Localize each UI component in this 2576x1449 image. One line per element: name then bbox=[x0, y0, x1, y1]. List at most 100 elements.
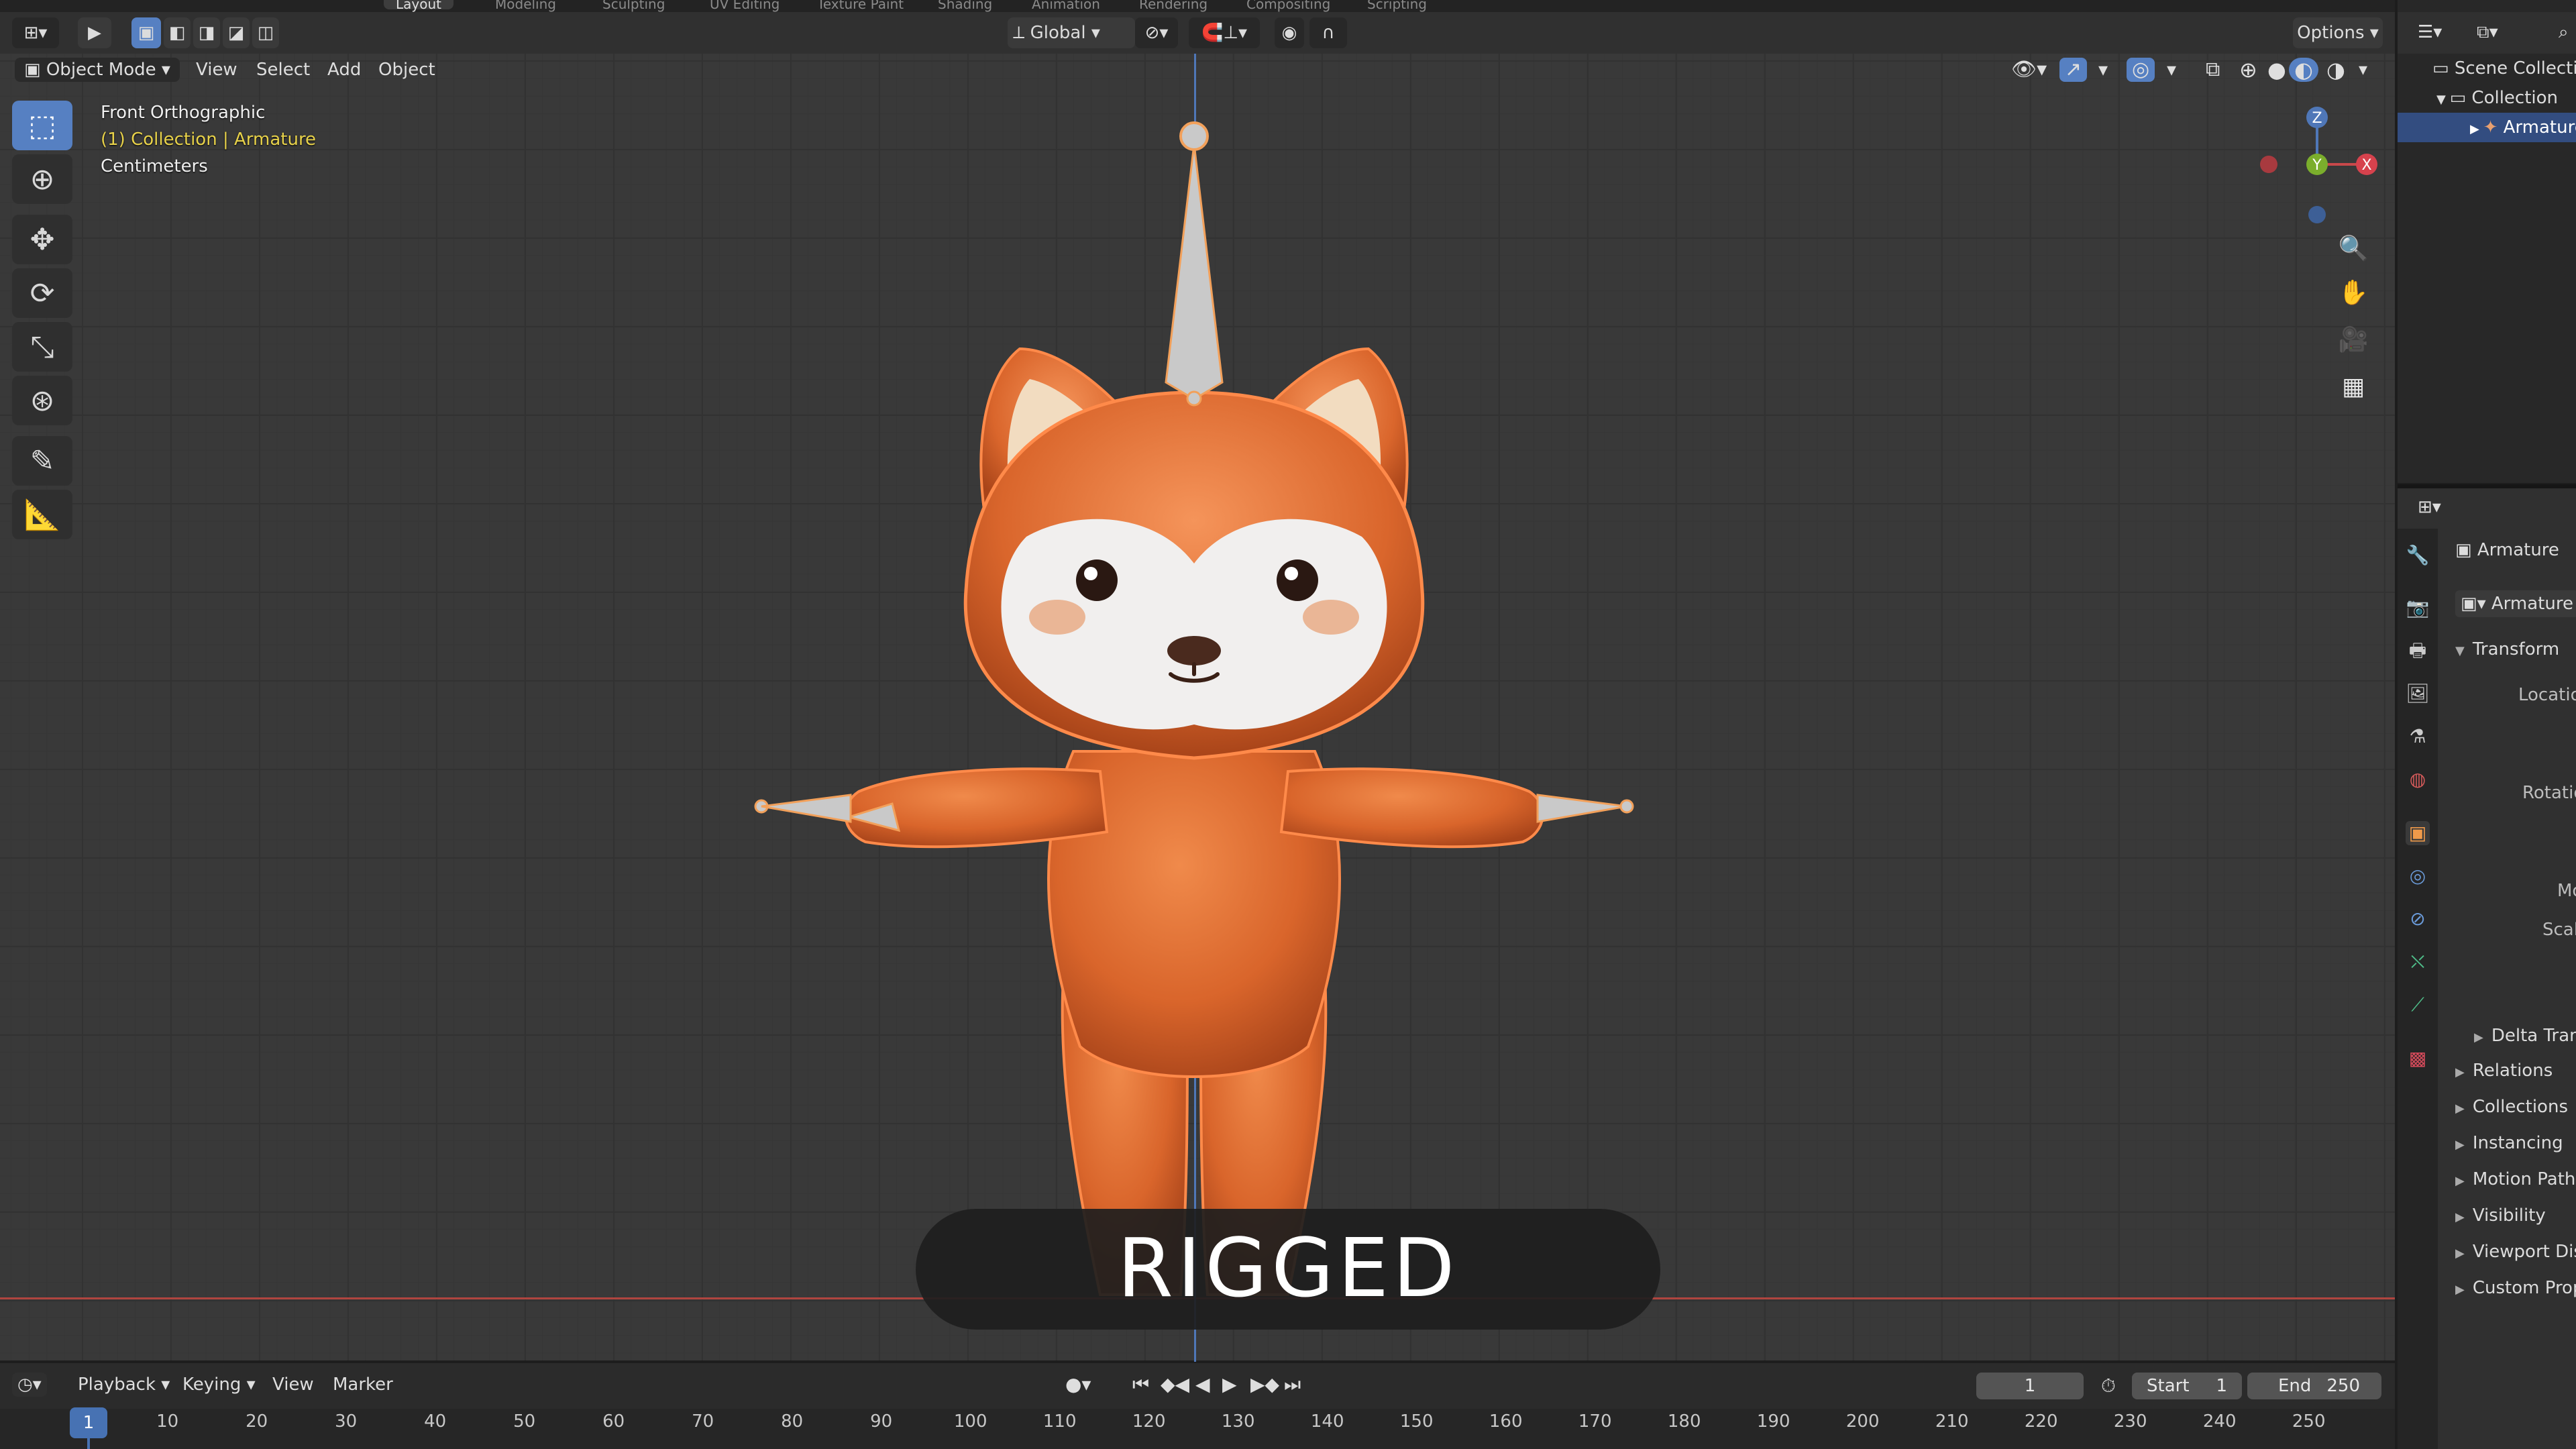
panel-visibility[interactable]: ▶ Visibility bbox=[2455, 1202, 2546, 1231]
select-extend-icon[interactable]: ◧ bbox=[164, 17, 191, 48]
timeline-menu-marker[interactable]: Marker bbox=[327, 1373, 398, 1397]
play-icon[interactable]: ▶ bbox=[1217, 1373, 1242, 1397]
view-layer-tab-icon[interactable]: 🖼 bbox=[2406, 682, 2430, 706]
workspace-tab[interactable]: Texture Paint bbox=[805, 0, 916, 12]
timeline-menu-keying[interactable]: Keying ▾ bbox=[177, 1373, 261, 1397]
select-subtract-icon[interactable]: ◨ bbox=[193, 17, 220, 48]
select-tool-icon[interactable]: ▶ bbox=[78, 17, 111, 48]
overlay-dropdown-icon[interactable]: ▾ bbox=[2161, 58, 2182, 82]
output-tab-icon[interactable]: 🖶 bbox=[2406, 639, 2430, 663]
pivot-point-icon[interactable]: ⊘▾ bbox=[1135, 17, 1178, 48]
panel-custom-properties[interactable]: ▶Custom Properties bbox=[2455, 1275, 2576, 1303]
tool-tab-icon[interactable]: 🔧 bbox=[2406, 543, 2430, 568]
play-reverse-icon[interactable]: ◀ bbox=[1190, 1373, 1216, 1397]
zoom-icon[interactable]: 🔍 bbox=[2333, 228, 2373, 268]
display-mode-icon[interactable]: ⧉▾ bbox=[2471, 20, 2504, 44]
fox-character[interactable] bbox=[738, 101, 1677, 1308]
gizmo-toggle-icon[interactable]: ↗ bbox=[2059, 58, 2088, 82]
xray-icon[interactable]: ⧉ bbox=[2200, 58, 2225, 82]
outliner-editor-icon[interactable]: ☰▾ bbox=[2412, 20, 2447, 44]
rotate-tool-icon[interactable]: ⟳ bbox=[12, 268, 72, 318]
current-frame-field[interactable]: 1 bbox=[1976, 1373, 2084, 1399]
world-tab-icon[interactable]: ◍ bbox=[2406, 767, 2430, 792]
workspace-tab[interactable]: Compositing bbox=[1234, 0, 1342, 12]
outliner-collection[interactable]: ▼ ▭ Collection bbox=[2398, 83, 2576, 113]
cursor-tool-icon[interactable]: ⊕ bbox=[12, 154, 72, 204]
menu-object[interactable]: Object bbox=[373, 58, 441, 82]
stopwatch-icon[interactable]: ⏱ bbox=[2096, 1374, 2121, 1398]
start-frame-field[interactable]: Start 1 bbox=[2132, 1373, 2242, 1399]
transform-orientation-dropdown[interactable]: ⟂ Global ▾ bbox=[1008, 17, 1135, 48]
transform-tool-icon[interactable]: ⊛ bbox=[12, 376, 72, 425]
bone-tab-icon[interactable]: ⟋ bbox=[2406, 993, 2430, 1017]
constraint-tab-icon[interactable]: ⊘ bbox=[2406, 907, 2430, 931]
workspace-tab[interactable]: Modeling bbox=[483, 0, 568, 12]
end-frame-field[interactable]: End 250 bbox=[2247, 1373, 2381, 1399]
visibility-icon[interactable]: 👁▾ bbox=[2006, 58, 2052, 82]
select-box-tool-icon[interactable]: ⬚ bbox=[12, 101, 72, 150]
annotate-tool-icon[interactable]: ✎ bbox=[12, 436, 72, 486]
ortho-grid-icon[interactable]: ▦ bbox=[2333, 366, 2373, 407]
modifier-tab-icon[interactable]: ◎ bbox=[2406, 864, 2430, 888]
editor-type-icon[interactable]: ⊞▾ bbox=[12, 17, 59, 48]
scale-tool-icon[interactable]: ⤡ bbox=[12, 322, 72, 372]
workspace-tab[interactable]: UV Editing bbox=[698, 0, 792, 12]
snap-icon[interactable]: 🧲⊥▾ bbox=[1189, 17, 1260, 48]
jump-start-icon[interactable]: ⏮ bbox=[1127, 1373, 1155, 1397]
navigation-gizmo[interactable]: Z Y X bbox=[2247, 94, 2381, 228]
panel-viewport-display[interactable]: ▶Viewport Display bbox=[2455, 1238, 2576, 1267]
gizmo-neg-z[interactable] bbox=[2308, 206, 2326, 223]
panel-relations[interactable]: ▶ Relations bbox=[2455, 1057, 2553, 1086]
workspace-tab[interactable]: Animation bbox=[1020, 0, 1112, 12]
prev-keyframe-icon[interactable]: ◆◀ bbox=[1155, 1373, 1195, 1397]
panel-collections[interactable]: ▶ Collections bbox=[2455, 1093, 2568, 1122]
jump-end-icon[interactable]: ⏭ bbox=[1279, 1373, 1306, 1397]
workspace-tab[interactable]: Scripting bbox=[1355, 0, 1439, 12]
workspace-tab[interactable]: Rendering bbox=[1127, 0, 1220, 12]
measure-tool-icon[interactable]: 📐 bbox=[12, 490, 72, 539]
proportional-edit-icon[interactable]: ◉ bbox=[1275, 17, 1304, 48]
auto-keying-icon[interactable]: ●▾ bbox=[1060, 1373, 1097, 1397]
pan-hand-icon[interactable]: ✋ bbox=[2333, 272, 2373, 313]
scene-tab-icon[interactable]: ⚗ bbox=[2406, 724, 2430, 749]
texture-tab-icon[interactable]: ▩ bbox=[2406, 1046, 2430, 1071]
expand-arrow-icon[interactable]: ▼ bbox=[2436, 93, 2450, 107]
timeline-menu-view[interactable]: View bbox=[267, 1373, 319, 1397]
shading-dropdown-icon[interactable]: ▾ bbox=[2353, 58, 2373, 82]
camera-view-icon[interactable]: 🎥 bbox=[2333, 319, 2373, 360]
workspace-tab[interactable]: Sculpting bbox=[590, 0, 677, 12]
panel-instancing[interactable]: ▶ Instancing bbox=[2455, 1130, 2563, 1159]
workspace-tab[interactable]: Shading bbox=[926, 0, 1004, 12]
select-invert-icon[interactable]: ◪ bbox=[223, 17, 250, 48]
panel-motion-paths[interactable]: ▶ Motion Paths bbox=[2455, 1166, 2576, 1195]
solid-shading-icon[interactable]: ● bbox=[2262, 58, 2292, 82]
options-dropdown[interactable]: Options ▾ bbox=[2293, 17, 2383, 48]
workspace-tab[interactable]: Layout bbox=[384, 0, 453, 12]
menu-select[interactable]: Select bbox=[251, 58, 315, 82]
datablock-selector[interactable]: ▣▾ Armature bbox=[2455, 590, 2576, 617]
menu-add[interactable]: Add bbox=[322, 58, 366, 82]
current-frame-indicator[interactable]: 1 bbox=[70, 1407, 107, 1438]
mode-dropdown[interactable]: ▣ Object Mode ▾ bbox=[15, 58, 180, 82]
object-data-tab-icon[interactable]: ⛌ bbox=[2406, 950, 2430, 974]
render-tab-icon[interactable]: 📷 bbox=[2406, 596, 2430, 620]
move-tool-icon[interactable]: ✥ bbox=[12, 215, 72, 264]
gizmo-neg-x[interactable] bbox=[2260, 156, 2277, 173]
outliner-scene-collection[interactable]: ▭ Scene Collection bbox=[2398, 54, 2576, 83]
select-intersect-icon[interactable]: ◫ bbox=[252, 17, 279, 48]
material-preview-icon[interactable]: ◐ bbox=[2289, 58, 2318, 82]
outliner-armature[interactable]: ▶ ✦ Armature bbox=[2398, 113, 2576, 142]
wireframe-shading-icon[interactable]: ⊕ bbox=[2234, 58, 2263, 82]
panel-transform[interactable]: ▼ Transform bbox=[2455, 636, 2559, 665]
object-tab-icon[interactable]: ▣ bbox=[2406, 821, 2430, 845]
select-new-icon[interactable]: ▣ bbox=[131, 17, 161, 48]
outliner-search-icon[interactable]: ⌕ bbox=[2553, 20, 2574, 44]
timeline-menu-playback[interactable]: Playback ▾ bbox=[72, 1373, 175, 1397]
panel-delta-transform[interactable]: ▶Delta Transform bbox=[2474, 1022, 2576, 1051]
timeline-editor-icon[interactable]: ◷▾ bbox=[12, 1373, 47, 1397]
menu-view[interactable]: View bbox=[191, 58, 243, 82]
falloff-icon[interactable]: ∩ bbox=[1309, 17, 1347, 48]
properties-editor-icon[interactable]: ⊞▾ bbox=[2412, 495, 2447, 519]
overlay-toggle-icon[interactable]: ◎ bbox=[2127, 58, 2155, 82]
expand-arrow-icon[interactable]: ▶ bbox=[2470, 122, 2483, 136]
